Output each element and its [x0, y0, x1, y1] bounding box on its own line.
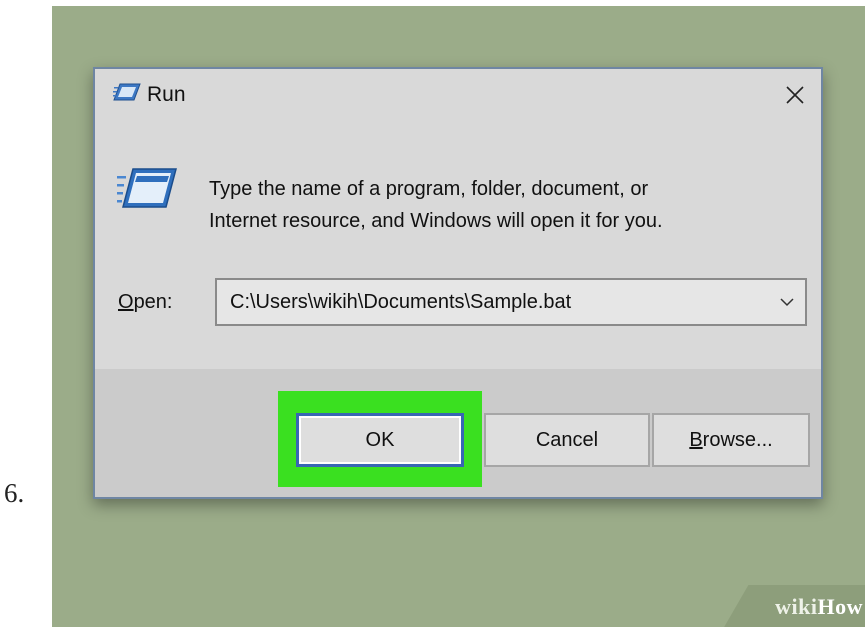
- dialog-title: Run: [147, 83, 186, 106]
- dropdown-button[interactable]: [777, 292, 797, 312]
- ok-button[interactable]: OK: [296, 413, 464, 467]
- open-label: Open:: [118, 291, 173, 313]
- open-combobox[interactable]: C:\Users\wikih\Documents\Sample.bat: [215, 278, 807, 326]
- title-bar: Run: [95, 69, 821, 125]
- cancel-button[interactable]: Cancel: [484, 413, 650, 467]
- run-program-icon: [117, 168, 177, 208]
- dialog-description: Type the name of a program, folder, docu…: [209, 178, 663, 232]
- step-number: 6.: [4, 478, 25, 508]
- watermark-logo: wikiHow: [775, 594, 863, 619]
- close-button[interactable]: [775, 77, 815, 113]
- chevron-down-icon: [780, 297, 794, 306]
- button-bar: OK Cancel Browse...: [95, 369, 821, 497]
- browse-button[interactable]: Browse...: [652, 413, 810, 467]
- run-icon: [113, 83, 141, 101]
- close-icon: [786, 86, 804, 104]
- run-dialog: Run Type the name of a program, folder, …: [93, 67, 823, 499]
- open-input-value[interactable]: C:\Users\wikih\Documents\Sample.bat: [230, 291, 571, 314]
